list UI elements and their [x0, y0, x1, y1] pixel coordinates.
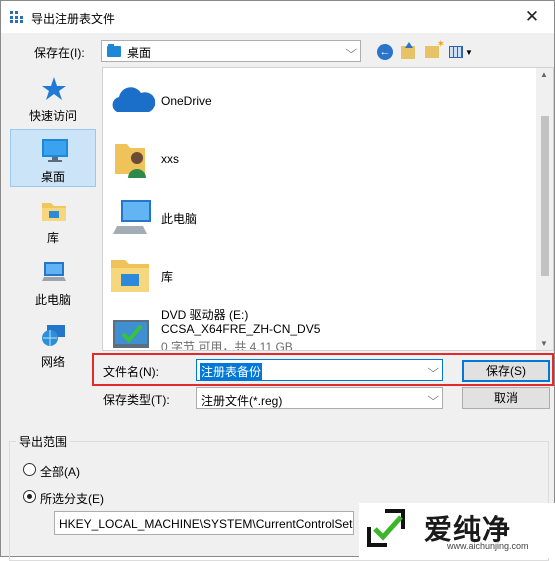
nav-label: 快速访问 [28, 109, 77, 123]
scrollbar-thumb[interactable] [541, 116, 549, 276]
vertical-scrollbar[interactable]: ▲ ▼ [536, 68, 553, 350]
up-folder-icon [401, 41, 415, 59]
filetype-label: 保存类型(T): [103, 393, 170, 407]
nav-label: 网络 [40, 355, 65, 369]
library-folder-icon [42, 203, 66, 221]
file-name: OneDrive [161, 94, 212, 108]
filename-input[interactable]: 注册表备份 ⌵ [196, 359, 443, 381]
dvd-drive-icon [113, 320, 149, 348]
desktop-icon [42, 139, 68, 162]
up-folder-button[interactable] [399, 41, 417, 62]
drive-free-space: 0 字节 可用，共 4.11 GB [161, 340, 293, 351]
cancel-button[interactable]: 取消 [462, 387, 550, 409]
save-in-label: 保存在(I): [34, 46, 85, 60]
filetype-value: 注册文件(*.reg) [201, 394, 283, 408]
back-button[interactable]: ← [376, 42, 394, 62]
save-in-dropdown[interactable]: 桌面 ⌵ [101, 40, 361, 62]
list-item-library[interactable]: 库 [109, 246, 529, 304]
save-in-value: 桌面 [127, 46, 152, 60]
nav-label: 此电脑 [34, 293, 71, 307]
cloud-icon [112, 87, 155, 112]
new-folder-button[interactable] [422, 39, 445, 62]
branch-path-input[interactable]: HKEY_LOCAL_MACHINE\SYSTEM\CurrentControl… [54, 511, 354, 535]
window-title: 导出注册表文件 [31, 12, 116, 26]
list-item-user-folder[interactable]: xxs [109, 130, 529, 188]
chevron-down-icon[interactable]: ⌵ [427, 363, 439, 376]
scroll-up-icon[interactable]: ▲ [540, 70, 548, 79]
file-name: 库 [161, 270, 174, 284]
filename-label: 文件名(N): [103, 365, 159, 379]
list-item-onedrive[interactable]: OneDrive [109, 72, 529, 130]
chevron-down-icon: ⌵ [344, 44, 357, 56]
nav-label: 桌面 [40, 170, 65, 184]
save-button[interactable]: 保存(S) [462, 360, 550, 382]
nav-item-quick-access[interactable]: 快速访问 [10, 69, 96, 127]
title-bar: 导出注册表文件 ✕ [1, 1, 554, 33]
user-folder-icon [115, 144, 146, 178]
new-folder-icon [425, 39, 445, 58]
network-globe-icon [42, 325, 65, 346]
navigation-pane: 快速访问 桌面 库 此电脑 网络 [8, 67, 98, 377]
view-menu-button[interactable]: ▼ [447, 42, 475, 62]
nav-item-desktop[interactable]: 桌面 [10, 129, 96, 187]
export-registry-dialog: 导出注册表文件 ✕ 保存在(I): 桌面 ⌵ ← ▼ 快速访问 [0, 0, 555, 561]
star-pin-icon [42, 77, 66, 100]
branch-path-value: HKEY_LOCAL_MACHINE\SYSTEM\CurrentControl… [59, 517, 353, 531]
watermark-url: www.aichunjing.com [447, 541, 529, 551]
close-icon: ✕ [524, 7, 540, 26]
nav-item-network[interactable]: 网络 [10, 315, 96, 373]
dropdown-arrow-icon: ▼ [465, 47, 473, 57]
nav-item-library[interactable]: 库 [10, 191, 96, 249]
computer-icon [113, 200, 151, 234]
watermark: 爱纯净 www.aichunjing.com [359, 503, 555, 558]
list-item-this-pc[interactable]: 此电脑 [109, 188, 529, 246]
nav-item-this-pc[interactable]: 此电脑 [10, 253, 96, 311]
chevron-down-icon: ⌵ [426, 391, 439, 403]
file-list[interactable]: OneDrive xxs 此电脑 库 DVD 驱动器 (E:) CCSA_X64… [102, 67, 554, 351]
back-arrow-icon: ← [377, 44, 393, 60]
close-button[interactable]: ✕ [510, 1, 554, 33]
radio-selected-branch[interactable] [23, 490, 36, 503]
library-folder-icon [111, 260, 149, 292]
filename-value: 注册表备份 [200, 363, 263, 380]
view-grid-icon [449, 46, 464, 58]
export-range-title: 导出范围 [16, 433, 71, 450]
drive-volume-label: CCSA_X64FRE_ZH-CN_DV5 [161, 322, 321, 336]
drive-name: DVD 驱动器 (E:) [161, 308, 249, 322]
desktop-folder-icon [107, 44, 121, 57]
filetype-dropdown[interactable]: 注册文件(*.reg) ⌵ [196, 387, 443, 409]
scroll-down-icon[interactable]: ▼ [540, 339, 548, 348]
watermark-logo-icon [367, 509, 405, 547]
radio-all[interactable] [23, 463, 36, 476]
radio-selected-branch-label[interactable]: 所选分支(E) [40, 490, 104, 507]
list-item-dvd-drive[interactable]: DVD 驱动器 (E:) CCSA_X64FRE_ZH-CN_DV5 0 字节 … [109, 304, 529, 351]
radio-all-label[interactable]: 全部(A) [40, 463, 80, 480]
file-name: xxs [161, 152, 179, 166]
regedit-app-icon [10, 11, 23, 23]
nav-label: 库 [46, 231, 59, 245]
computer-icon [42, 262, 66, 281]
file-name: 此电脑 [161, 212, 198, 226]
